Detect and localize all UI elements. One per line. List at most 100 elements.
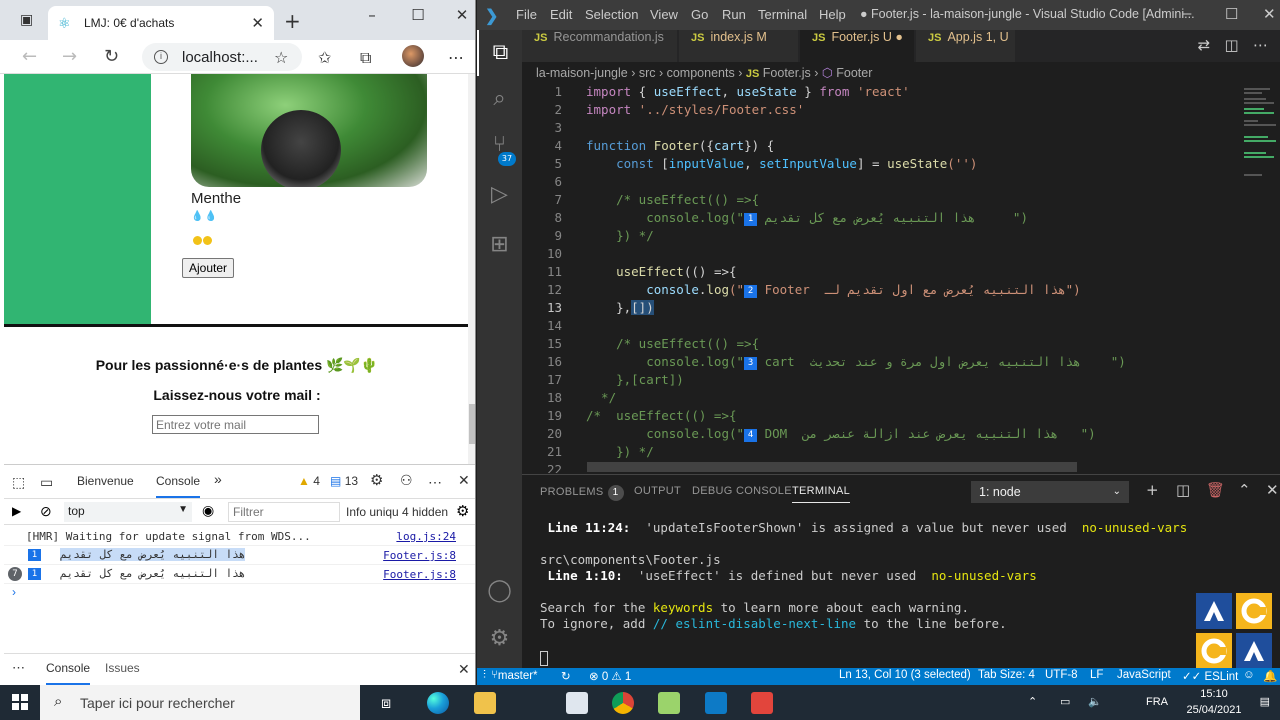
maximize-panel-icon[interactable]: ⌃ <box>1238 481 1251 499</box>
sync-icon[interactable]: ↻ <box>561 669 571 683</box>
tab-app[interactable]: JS App.js 1, U <box>916 30 1016 62</box>
email-field[interactable] <box>152 415 319 434</box>
close-drawer-icon[interactable]: ✕ <box>458 661 470 678</box>
close-window-icon[interactable]: ✕ <box>1263 5 1276 23</box>
inspect-icon[interactable]: ⬚ <box>12 474 25 491</box>
end-of-line[interactable]: LF <box>1090 669 1103 681</box>
maximize-icon[interactable]: ☐ <box>1225 5 1238 23</box>
cursor-position[interactable]: Ln 13, Col 10 (3 selected) <box>839 669 971 681</box>
more-options-icon[interactable]: ⋯ <box>428 474 442 491</box>
source-control-icon[interactable]: ⑂ 37 <box>477 122 522 168</box>
menu-go[interactable]: Go <box>691 7 708 22</box>
new-terminal-icon[interactable]: + <box>1146 481 1159 499</box>
compare-icon[interactable]: ⇄ <box>1198 36 1211 54</box>
tab-terminal[interactable]: TERMINAL <box>792 485 851 503</box>
breadcrumb-item[interactable]: la-maison-jungle <box>536 66 628 80</box>
chrome-icon[interactable] <box>612 692 634 714</box>
settings-gear-icon[interactable]: ⚙ <box>370 471 383 489</box>
language-mode[interactable]: JavaScript <box>1117 669 1171 681</box>
info-icon[interactable]: i <box>154 50 168 64</box>
kill-terminal-icon[interactable]: 🗑 <box>1206 481 1225 499</box>
favorites-icon[interactable]: ✩ <box>318 48 331 67</box>
new-tab-icon[interactable]: + <box>284 9 301 33</box>
browser-tab[interactable]: ⚛ LMJ: 0€ d'achats ✕ <box>48 6 274 40</box>
app-s-icon[interactable] <box>751 692 773 714</box>
back-icon[interactable]: ← <box>22 46 37 67</box>
vscode-taskbar-icon[interactable] <box>705 692 727 714</box>
more-icon[interactable]: ⋯ <box>1253 36 1268 54</box>
close-window-icon[interactable]: ✕ <box>452 6 472 24</box>
terminal-select[interactable]: 1: node ⌄ <box>971 481 1129 503</box>
search-icon[interactable]: ⌕ <box>477 76 522 122</box>
device-toggle-icon[interactable]: ▭ <box>40 474 53 491</box>
notifications-icon[interactable]: 🔔 <box>1263 669 1277 683</box>
feedback-icon[interactable]: ☺ <box>1243 669 1255 681</box>
minimize-icon[interactable]: – <box>362 6 382 24</box>
tab-recommandation[interactable]: JS Recommandation.js <box>522 30 678 62</box>
windows-start-icon[interactable] <box>12 694 28 710</box>
manage-gear-icon[interactable]: ⚙ <box>477 616 522 662</box>
tab-actions-icon[interactable]: ▣ <box>20 12 33 28</box>
menu-edit[interactable]: Edit <box>550 7 572 22</box>
notification-center-icon[interactable]: ▤ <box>1260 695 1270 708</box>
language-indicator[interactable]: FRA <box>1146 696 1168 708</box>
close-panel-icon[interactable]: ✕ <box>1266 481 1279 499</box>
console-prompt[interactable]: › <box>12 585 16 599</box>
drawer-tab-console[interactable]: Console <box>46 654 91 685</box>
breadcrumb-item[interactable]: Footer <box>836 66 872 80</box>
filter-input[interactable] <box>228 502 340 522</box>
minimize-icon[interactable]: – <box>1183 5 1191 22</box>
warning-count[interactable]: ▲ 4 <box>298 474 320 488</box>
tray-chevron-icon[interactable]: ⌃ <box>1028 695 1037 708</box>
collections-icon[interactable]: ⧉ <box>360 48 371 68</box>
remote-icon[interactable]: ⫶ <box>483 669 486 682</box>
account-icon[interactable]: ◯ <box>477 568 522 614</box>
drawer-tab-issues[interactable]: Issues <box>105 654 140 683</box>
problems-status[interactable]: ⊗ 0 ⚠ 1 <box>589 669 631 683</box>
notepad-plus-icon[interactable] <box>658 692 680 714</box>
context-select[interactable]: top ▼ <box>64 502 192 522</box>
add-button[interactable]: Ajouter <box>182 258 235 278</box>
explorer-icon[interactable]: ⧉ <box>477 30 522 76</box>
connect-icon[interactable]: ⚇ <box>400 472 413 489</box>
more-icon[interactable]: ⋯ <box>448 48 464 67</box>
tab-bienvenue[interactable]: Bienvenue <box>77 474 134 488</box>
reload-icon[interactable]: ↻ <box>104 46 119 67</box>
task-view-icon[interactable]: ⧈ <box>381 693 391 713</box>
tab-problems[interactable]: PROBLEMS 1 <box>540 485 624 501</box>
breadcrumb-item[interactable]: src <box>639 66 656 80</box>
code-editor[interactable]: 1 import { useEffect, useState } from 'r… <box>522 84 1240 473</box>
eslint-status[interactable]: ✓✓ ESLint <box>1182 669 1238 683</box>
network-icon[interactable]: ▭ <box>1060 695 1070 708</box>
clock-time[interactable]: 15:10 <box>1184 688 1244 700</box>
run-debug-icon[interactable]: ▷ <box>477 172 522 218</box>
tab-output[interactable]: OUTPUT <box>634 485 681 497</box>
close-devtools-icon[interactable]: ✕ <box>458 472 470 489</box>
log-levels-select[interactable]: Info uniqu <box>346 505 399 519</box>
menu-file[interactable]: File <box>516 7 537 22</box>
avatar[interactable] <box>402 45 424 67</box>
tab-footer[interactable]: JS Footer.js U ● <box>800 30 915 62</box>
menu-selection[interactable]: Selection <box>585 7 638 22</box>
minimap[interactable] <box>1240 84 1280 473</box>
live-expression-eye-icon[interactable]: ◉ <box>202 502 214 519</box>
close-tab-icon[interactable]: ✕ <box>251 14 264 32</box>
log-source-link[interactable]: Footer.js:8 <box>383 568 456 581</box>
forward-icon[interactable]: → <box>62 46 77 67</box>
breadcrumb-item[interactable]: Footer.js <box>763 66 811 80</box>
maximize-icon[interactable]: ☐ <box>408 6 428 24</box>
menu-terminal[interactable]: Terminal <box>758 7 807 22</box>
edge-icon[interactable] <box>427 692 449 714</box>
mail-icon[interactable] <box>566 692 588 714</box>
breadcrumb-item[interactable]: components <box>667 66 735 80</box>
console-settings-gear-icon[interactable]: ⚙ <box>456 502 469 520</box>
tab-debug-console[interactable]: DEBUG CONSOLE <box>692 485 792 497</box>
taskbar-search[interactable]: ⌕ Taper ici pour rechercher <box>40 685 360 720</box>
extensions-icon[interactable]: ⊞ <box>477 222 522 268</box>
favorite-star-icon[interactable]: ☆ <box>274 48 288 67</box>
menu-run[interactable]: Run <box>722 7 746 22</box>
split-terminal-icon[interactable]: ◫ <box>1176 481 1190 499</box>
tab-index[interactable]: JS index.js M <box>679 30 799 62</box>
split-editor-icon[interactable]: ◫ <box>1225 36 1239 54</box>
tab-size[interactable]: Tab Size: 4 <box>978 669 1035 681</box>
